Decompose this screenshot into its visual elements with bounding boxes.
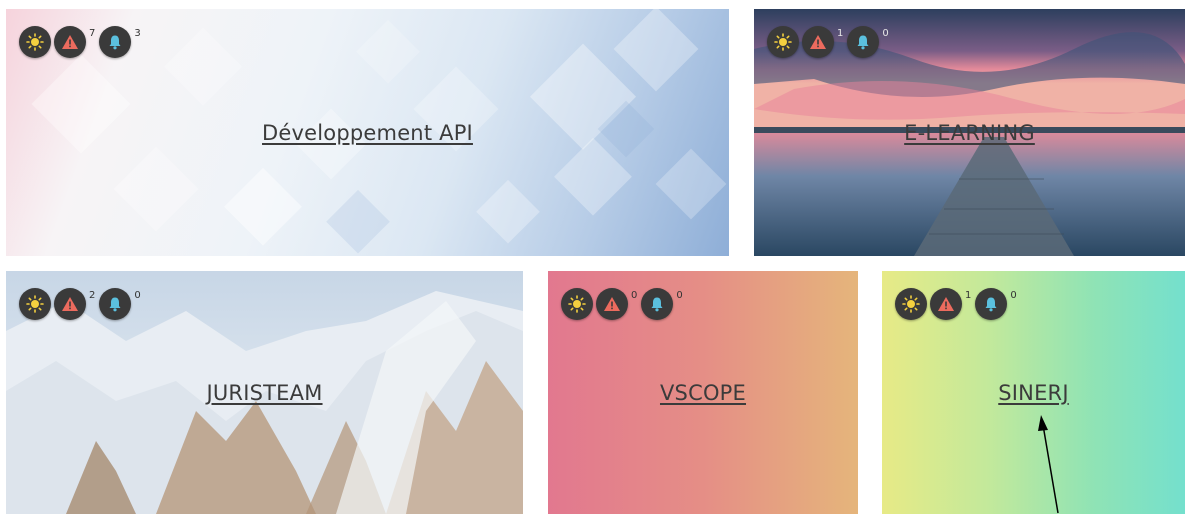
status-badges: 0 0 (561, 288, 687, 320)
alerts-count: 1 (837, 28, 844, 39)
bell-icon (109, 297, 121, 312)
bell-icon (109, 35, 121, 50)
status-badges: 7 3 (19, 26, 145, 58)
project-title[interactable]: E-LEARNING (904, 121, 1035, 145)
sun-icon (568, 295, 586, 313)
alerts-badge[interactable] (54, 26, 86, 58)
weather-status-badge[interactable] (767, 26, 799, 58)
notifications-badge[interactable] (99, 26, 132, 58)
alert-triangle-icon (810, 35, 826, 49)
alerts-badge[interactable] (930, 288, 962, 320)
project-title[interactable]: Développement API (262, 121, 473, 145)
notifications-badge[interactable] (847, 26, 880, 58)
sun-icon (26, 295, 44, 313)
notifications-count: 3 (134, 28, 141, 39)
weather-status-badge[interactable] (19, 288, 51, 320)
alerts-badge[interactable] (54, 288, 86, 320)
alerts-count: 0 (631, 290, 638, 301)
notifications-count: 0 (882, 28, 889, 39)
project-title[interactable]: JURISTEAM (206, 381, 322, 405)
alert-triangle-icon (938, 297, 954, 311)
sun-icon (902, 295, 920, 313)
bell-icon (857, 35, 869, 50)
project-card-vscope[interactable]: 0 0 VSCOPE (548, 271, 858, 514)
sun-icon (26, 33, 44, 51)
notifications-count: 0 (134, 290, 141, 301)
status-badges: 2 0 (19, 288, 145, 320)
project-card-juristeam[interactable]: 2 0 JURISTEAM (6, 271, 523, 514)
alert-triangle-icon (62, 35, 78, 49)
alerts-badge[interactable] (802, 26, 834, 58)
status-badges: 1 0 (895, 288, 1021, 320)
alert-triangle-icon (604, 297, 620, 311)
notifications-count: 0 (1010, 290, 1017, 301)
alerts-count: 1 (965, 290, 972, 301)
alerts-badge[interactable] (596, 288, 628, 320)
alerts-count: 7 (89, 28, 96, 39)
bell-icon (651, 297, 663, 312)
weather-status-badge[interactable] (561, 288, 593, 320)
sun-icon (774, 33, 792, 51)
project-title[interactable]: SINERJ (998, 381, 1069, 405)
bell-icon (985, 297, 997, 312)
weather-status-badge[interactable] (19, 26, 51, 58)
notifications-badge[interactable] (641, 288, 674, 320)
project-card-e-learning[interactable]: 1 0 E-LEARNING (754, 9, 1185, 256)
notifications-count: 0 (676, 290, 683, 301)
notifications-badge[interactable] (99, 288, 132, 320)
alert-triangle-icon (62, 297, 78, 311)
weather-status-badge[interactable] (895, 288, 927, 320)
project-card-developpement-api[interactable]: 7 3 Développement API (6, 9, 729, 256)
status-badges: 1 0 (767, 26, 893, 58)
project-card-sinerj[interactable]: 1 0 SINERJ (882, 271, 1185, 514)
notifications-badge[interactable] (975, 288, 1008, 320)
project-title[interactable]: VSCOPE (660, 381, 746, 405)
alerts-count: 2 (89, 290, 96, 301)
